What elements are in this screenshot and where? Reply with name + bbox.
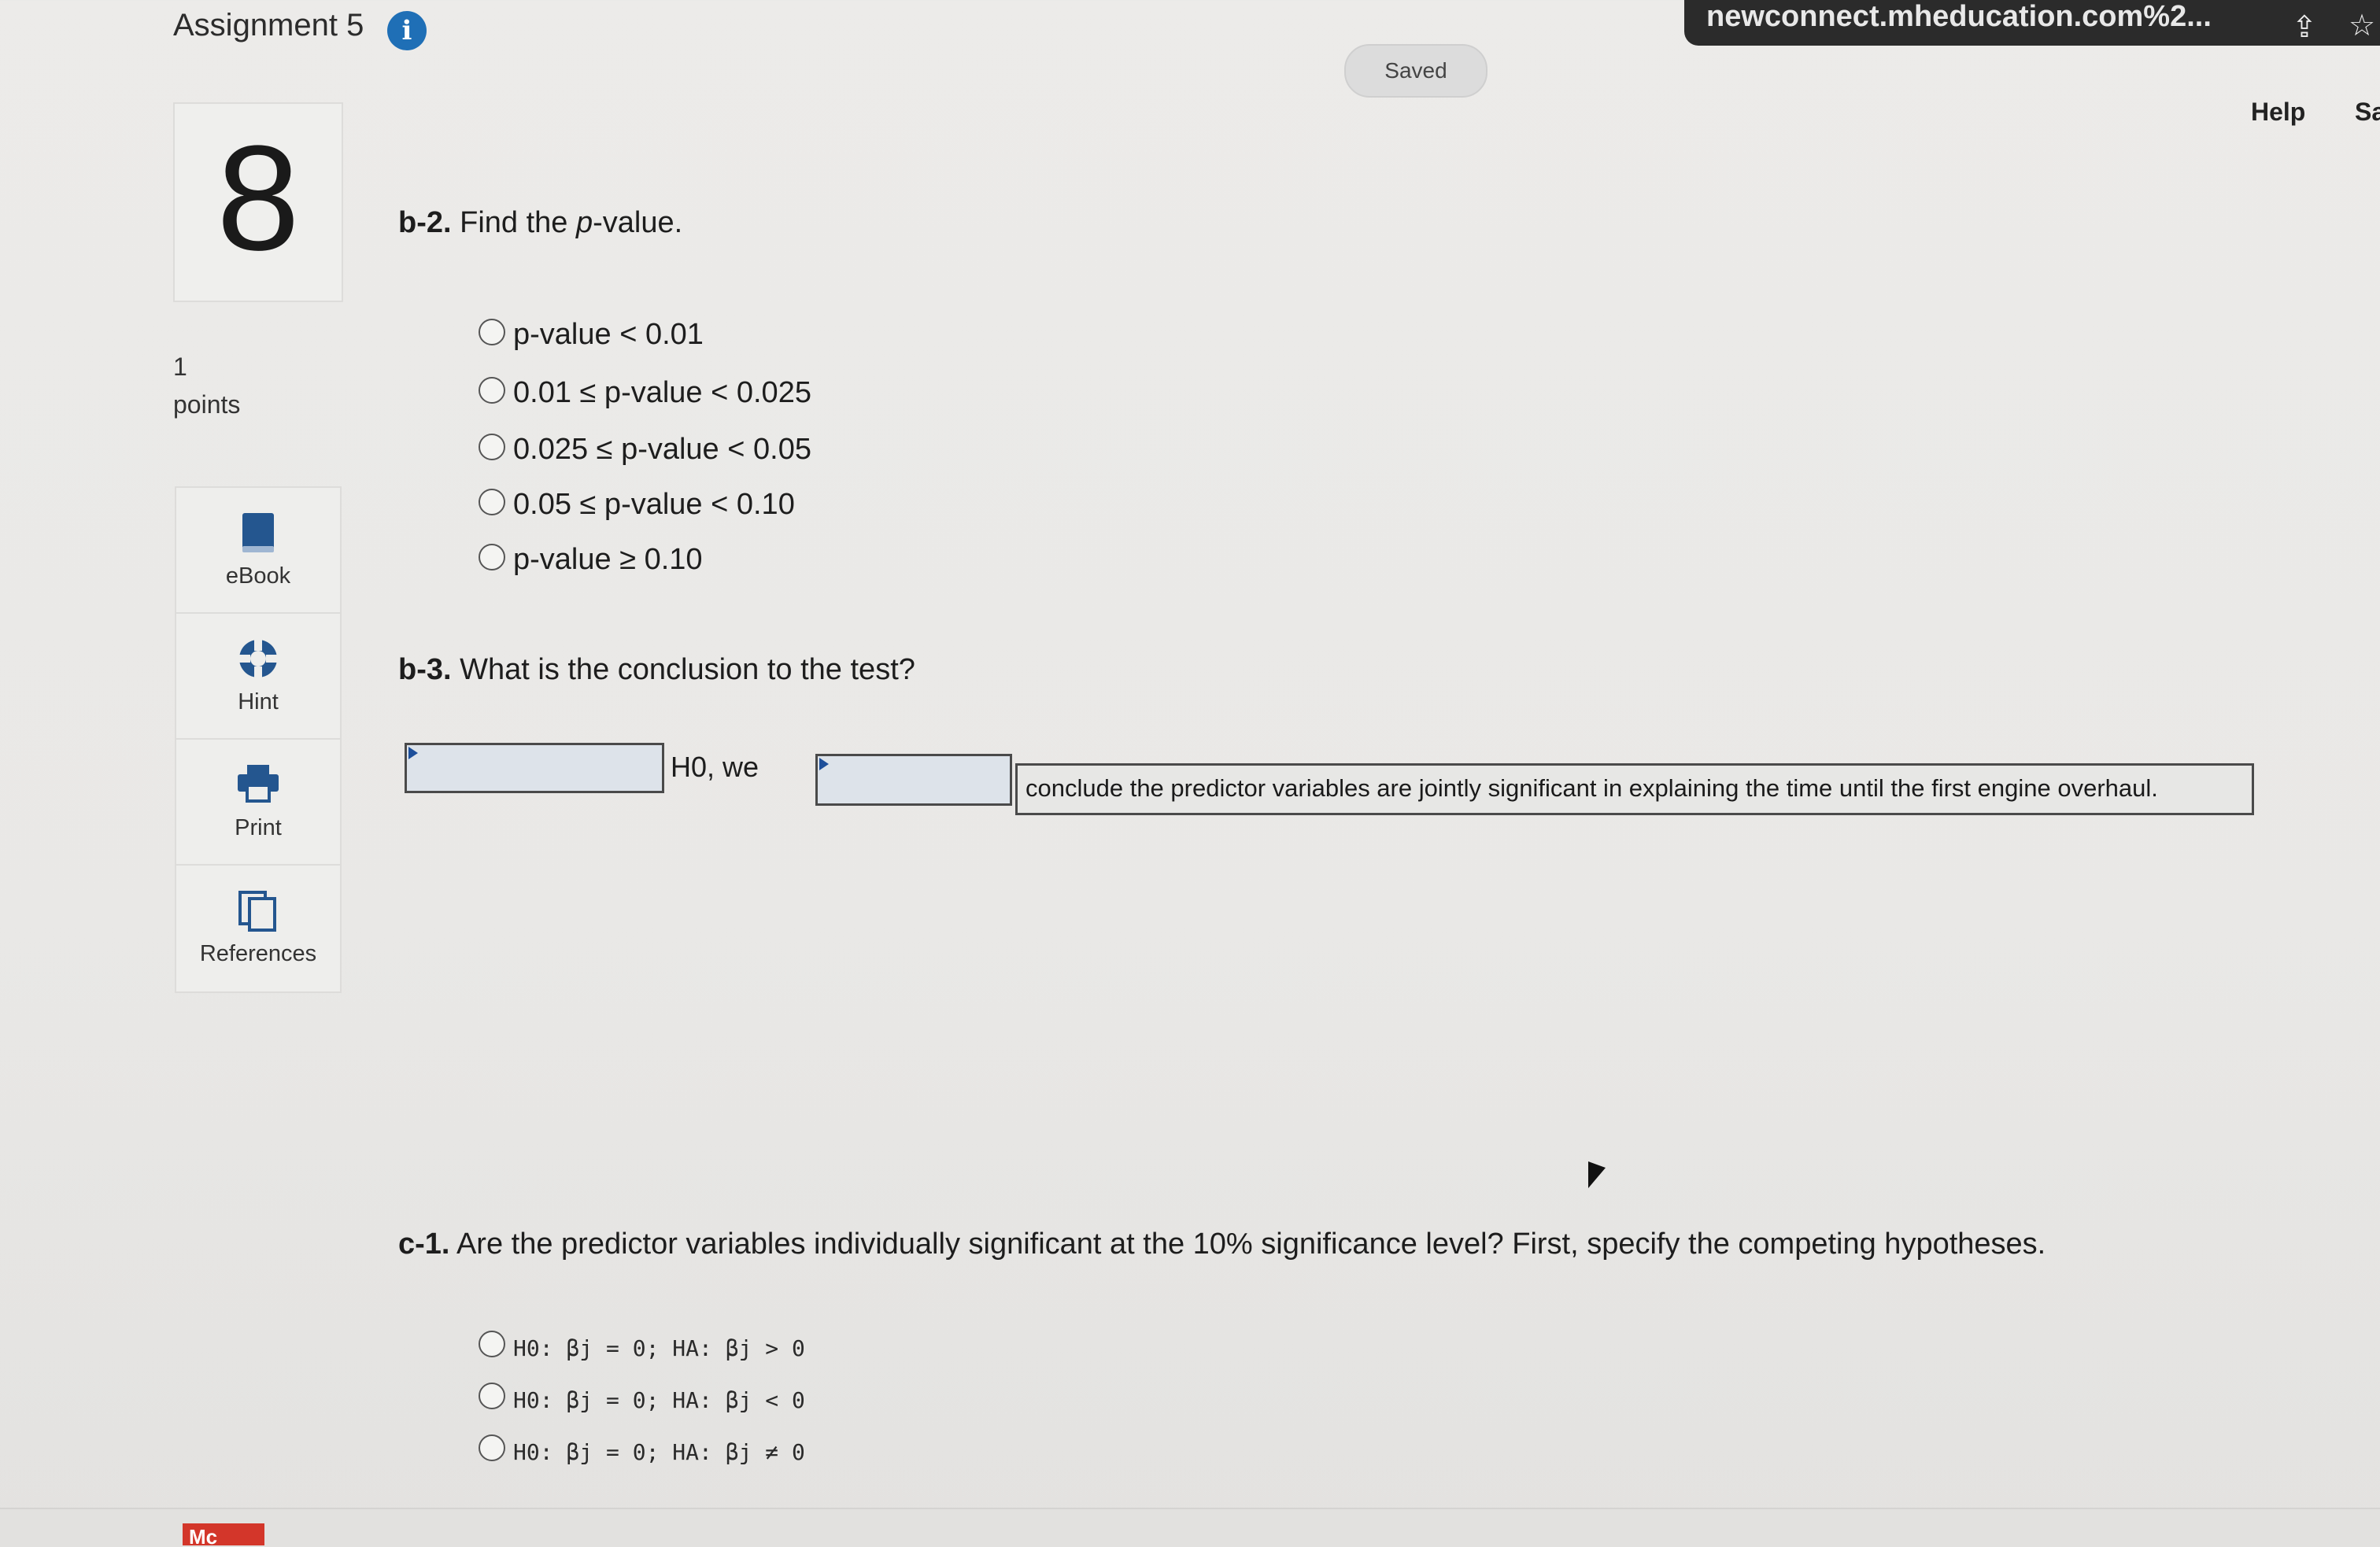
question-c1-heading: c-1. Are the predictor variables individ… — [398, 1228, 2046, 1261]
question-b2-italic: p — [576, 206, 593, 239]
h0-label: H0, we — [671, 751, 759, 783]
documents-icon — [176, 889, 340, 936]
ebook-button[interactable]: eBook — [176, 488, 340, 614]
option-label: 0.05 ≤ p-value < 0.10 — [513, 488, 795, 521]
c1-option-3[interactable]: H0: βj = 0; HA: βj ≠ 0 — [479, 1434, 805, 1468]
option-label: 0.01 ≤ p-value < 0.025 — [513, 376, 811, 409]
b2-option-1[interactable]: p-value < 0.01 — [479, 318, 704, 352]
conclusion-dropdown[interactable] — [815, 754, 1012, 806]
question-b2-prefix: b-2. — [398, 206, 452, 239]
info-icon[interactable]: i — [387, 11, 427, 50]
print-button[interactable]: Print — [176, 740, 340, 866]
save-exit-link[interactable]: Sa — [2355, 98, 2380, 127]
tools-panel: eBook Hint Print References — [175, 486, 342, 993]
references-label: References — [199, 941, 317, 966]
option-label: p-value ≥ 0.10 — [513, 543, 703, 576]
bottom-strip — [0, 1508, 2380, 1547]
share-icon[interactable]: ⇪ — [2292, 9, 2317, 45]
question-b3-text: What is the conclusion to the test? — [460, 653, 915, 686]
ebook-label: eBook — [225, 563, 291, 589]
option-label: p-value < 0.01 — [513, 318, 704, 351]
question-c1-text: Are the predictor variables individually… — [456, 1228, 2046, 1261]
option-label: H0: βj = 0; HA: βj > 0 — [513, 1335, 805, 1361]
radio-button[interactable] — [479, 1383, 505, 1409]
question-b3-heading: b-3. What is the conclusion to the test? — [398, 653, 915, 687]
saved-status-badge: Saved — [1344, 44, 1488, 98]
option-label: 0.025 ≤ p-value < 0.05 — [513, 433, 811, 466]
radio-button[interactable] — [479, 1331, 505, 1357]
hint-label: Hint — [238, 689, 279, 714]
option-label: H0: βj = 0; HA: βj < 0 — [513, 1387, 805, 1413]
b2-option-5[interactable]: p-value ≥ 0.10 — [479, 543, 703, 577]
dropdown-marker-icon — [408, 747, 418, 759]
b2-option-3[interactable]: 0.025 ≤ p-value < 0.05 — [479, 433, 811, 467]
mcgraw-hill-logo: Mc — [183, 1523, 264, 1545]
lifebuoy-icon — [176, 637, 340, 685]
question-number-box: 8 — [173, 102, 343, 302]
assignment-title: Assignment 5 — [173, 8, 364, 42]
star-icon[interactable]: ☆ — [2349, 8, 2375, 43]
print-label: Print — [235, 815, 282, 840]
radio-button[interactable] — [479, 1434, 505, 1461]
references-button[interactable]: References — [176, 866, 340, 990]
mouse-cursor-icon — [1588, 1161, 1606, 1195]
c1-option-2[interactable]: H0: βj = 0; HA: βj < 0 — [479, 1382, 805, 1416]
c1-option-1[interactable]: H0: βj = 0; HA: βj > 0 — [479, 1330, 805, 1364]
question-b2-text-before: Find the — [460, 206, 576, 239]
option-label: H0: βj = 0; HA: βj ≠ 0 — [513, 1439, 805, 1465]
book-icon — [176, 511, 340, 559]
question-b2-text-after: -value. — [593, 206, 683, 239]
question-number: 8 — [216, 115, 300, 282]
points-label: points — [173, 390, 241, 419]
question-b3-prefix: b-3. — [398, 653, 452, 686]
reject-decision-dropdown[interactable] — [405, 743, 664, 793]
radio-button[interactable] — [479, 489, 505, 515]
radio-button[interactable] — [479, 377, 505, 404]
help-link[interactable]: Help — [2251, 98, 2305, 127]
dropdown-marker-icon — [819, 758, 829, 770]
radio-button[interactable] — [479, 434, 505, 460]
radio-button[interactable] — [479, 319, 505, 345]
points-value: 1 — [173, 353, 187, 381]
printer-icon — [176, 763, 340, 810]
conclusion-statement: conclude the predictor variables are joi… — [1015, 763, 2254, 815]
question-b2-heading: b-2. Find the p-value. — [398, 206, 682, 240]
radio-button[interactable] — [479, 544, 505, 570]
hint-button[interactable]: Hint — [176, 614, 340, 740]
question-c1-prefix: c-1. — [398, 1228, 450, 1261]
b2-option-4[interactable]: 0.05 ≤ p-value < 0.10 — [479, 488, 795, 522]
url-text[interactable]: newconnect.mheducation.com%2... — [1706, 0, 2212, 34]
b2-option-2[interactable]: 0.01 ≤ p-value < 0.025 — [479, 376, 811, 410]
